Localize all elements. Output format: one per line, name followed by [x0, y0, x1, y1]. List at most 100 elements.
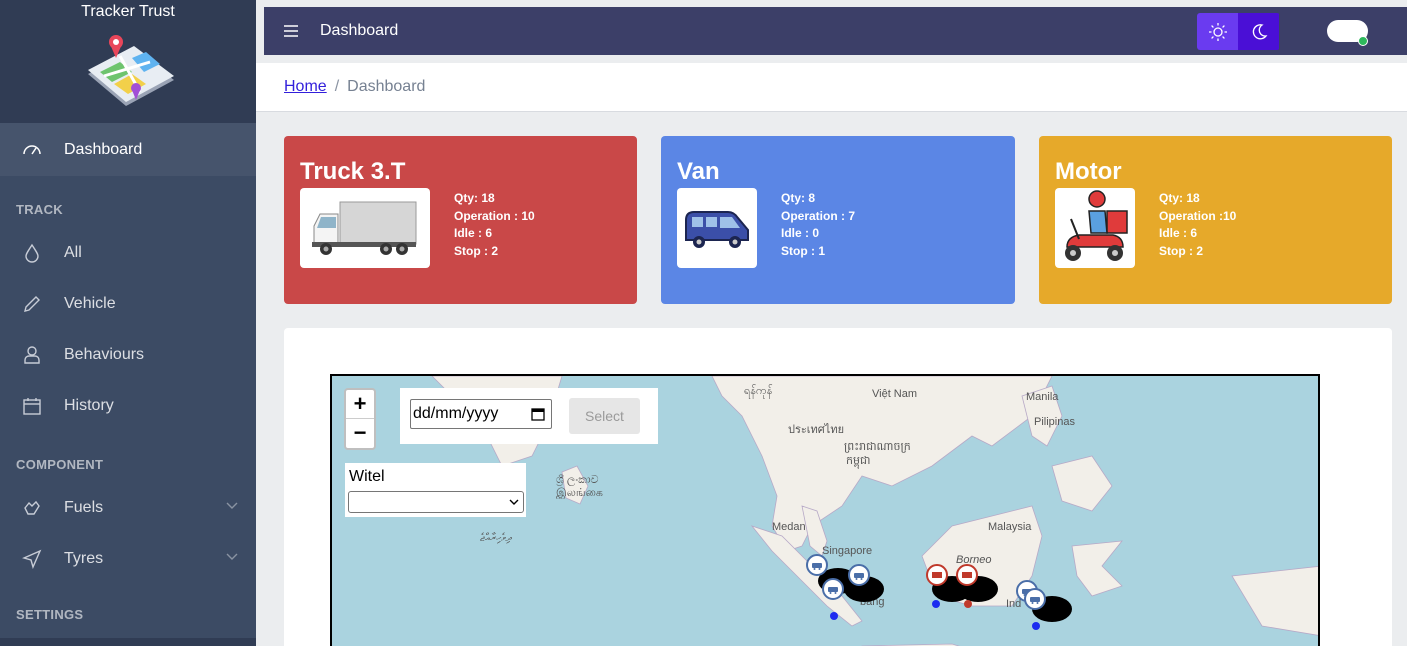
hamburger-menu-icon[interactable]: [284, 25, 298, 37]
truck-icon: [312, 201, 417, 255]
sidebar-item-fuels[interactable]: Fuels: [0, 482, 256, 533]
vehicle-marker[interactable]: [848, 564, 870, 586]
car-icon: [828, 587, 838, 594]
truck-marker-icon: [932, 572, 942, 578]
moon-icon: [1252, 23, 1267, 39]
map-label-srilanka-1: ශ්‍රී ලංකාව: [556, 474, 599, 486]
card-title: Truck 3.T: [300, 158, 406, 185]
sidebar-item-tyres[interactable]: Tyres: [0, 533, 256, 584]
location-dot: [1032, 622, 1040, 630]
map-view[interactable]: ရန်ကုန် Việt Nam Manila Pilipinas ประเทศ…: [330, 374, 1320, 646]
map-label-srilanka-2: இலங்கை: [556, 487, 603, 499]
calendar-icon: [22, 396, 42, 416]
theme-toggle: [1197, 13, 1280, 50]
vehicle-marker[interactable]: [926, 564, 948, 586]
card-title: Motor: [1055, 158, 1122, 185]
select-button[interactable]: Select: [569, 398, 640, 434]
stat-qty: Qty: 18: [1159, 191, 1200, 205]
stat-stop: Stop : 2: [1159, 243, 1203, 258]
breadcrumb-separator: /: [334, 78, 340, 95]
breadcrumb-home-link[interactable]: Home: [284, 78, 327, 96]
card-title: Van: [677, 158, 720, 185]
van-summary-card[interactable]: Van Qty: 8 Operation : 7 Idle : 0 Stop :…: [661, 136, 1015, 304]
sidebar-item-history[interactable]: History: [0, 380, 256, 431]
sidebar: Tracker Trust Dashboard TRACK All Vehicl…: [0, 0, 256, 646]
breadcrumb-current: Dashboard: [347, 78, 426, 95]
stat-idle: Idle : 6: [1159, 226, 1198, 240]
witel-label: Witel: [349, 468, 385, 485]
truck-marker-icon: [962, 572, 972, 578]
truck-summary-card[interactable]: Truck 3.T Qty: 18 Operation : 10 Idle : …: [284, 136, 637, 304]
sidebar-item-dashboard[interactable]: Dashboard: [0, 123, 256, 176]
map-label-singapore: Singapore: [822, 545, 873, 557]
user-icon: [22, 345, 42, 365]
car-icon: [1030, 597, 1040, 604]
section-title-component: COMPONENT: [16, 457, 104, 472]
car-icon: [812, 563, 822, 570]
witel-select[interactable]: [348, 491, 524, 513]
dark-mode-button[interactable]: [1238, 13, 1279, 50]
map-label-pilipinas: Pilipinas: [1034, 416, 1075, 428]
sidebar-item-label: Tyres: [64, 549, 104, 567]
date-filter: dd/mm/yyyy Select: [400, 388, 658, 444]
drop-icon: [22, 243, 42, 263]
location-dot: [964, 600, 972, 608]
map-label-myanmar: ရန်ကုန်: [744, 385, 773, 397]
map-label-manila: Manila: [1026, 391, 1059, 403]
location-dot: [830, 612, 838, 620]
pencil-icon: [22, 294, 42, 314]
chevron-down-icon: [226, 553, 238, 560]
stat-stop: Stop : 1: [781, 243, 825, 258]
sidebar-item-label: Fuels: [64, 498, 104, 516]
map-label-cambodia-2: កម្ពុជា: [846, 455, 871, 467]
zoom-in-button[interactable]: +: [346, 390, 374, 419]
stat-stop: Stop : 2: [454, 243, 498, 258]
sidebar-item-behaviours[interactable]: Behaviours: [0, 329, 256, 380]
van-icon: [685, 211, 749, 248]
brand-title: Tracker Trust: [81, 3, 175, 20]
stat-operation: Operation : 7: [781, 208, 856, 223]
breadcrumb: Home / Dashboard: [256, 63, 1407, 112]
online-status-indicator: [1358, 36, 1368, 46]
section-title-settings: SETTINGS: [16, 607, 84, 622]
map-label-thailand: ประเทศไทย: [788, 424, 845, 436]
witel-filter: Witel: [345, 463, 526, 517]
zoom-out-button[interactable]: −: [346, 419, 374, 448]
sidebar-item-label: Dashboard: [64, 140, 143, 158]
map-logo-icon: [88, 35, 174, 106]
zoom-control: + −: [344, 388, 376, 450]
date-input[interactable]: dd/mm/yyyy: [410, 399, 552, 429]
calendar-icon[interactable]: [531, 407, 545, 421]
light-mode-button[interactable]: [1197, 13, 1238, 50]
sun-icon: [1208, 22, 1227, 41]
sidebar-item-vehicle[interactable]: Vehicle: [0, 278, 256, 329]
stat-idle: Idle : 0: [781, 226, 820, 240]
sidebar-item-label: All: [64, 243, 82, 261]
truck-image: [300, 188, 430, 268]
scooter-rider-icon: [1065, 190, 1128, 261]
section-title-track: TRACK: [16, 202, 63, 217]
vehicle-marker[interactable]: [822, 578, 844, 600]
sidebar-item-label: Behaviours: [64, 345, 145, 363]
brand[interactable]: Tracker Trust: [0, 0, 256, 123]
motor-stats: Qty: 18 Operation :10 Idle : 6 Stop : 2: [1159, 190, 1236, 260]
vehicle-marker[interactable]: [956, 564, 978, 586]
avatar[interactable]: [1327, 20, 1368, 46]
send-icon: [22, 549, 42, 569]
motor-summary-card[interactable]: Motor Qty: 18 Operation :10 Idle : 6 Sto…: [1039, 136, 1392, 304]
top-header: Dashboard: [264, 7, 1407, 55]
map-label-vietnam: Việt Nam: [872, 388, 918, 400]
map-label-medan: Medan: [772, 521, 806, 533]
header-title: Dashboard: [320, 22, 399, 39]
vehicle-marker[interactable]: [1024, 588, 1046, 610]
hand-icon: [22, 498, 42, 518]
sidebar-item-label: Vehicle: [64, 294, 116, 312]
date-placeholder: dd/mm/yyyy: [413, 405, 499, 422]
van-stats: Qty: 8 Operation : 7 Idle : 0 Stop : 1: [781, 190, 855, 260]
truck-stats: Qty: 18 Operation : 10 Idle : 6 Stop : 2: [454, 190, 535, 260]
van-image: [677, 188, 757, 268]
stat-idle: Idle : 6: [454, 226, 493, 240]
sidebar-item-all[interactable]: All: [0, 227, 256, 278]
vehicle-marker[interactable]: [806, 554, 828, 576]
stat-qty: Qty: 8: [781, 191, 816, 205]
